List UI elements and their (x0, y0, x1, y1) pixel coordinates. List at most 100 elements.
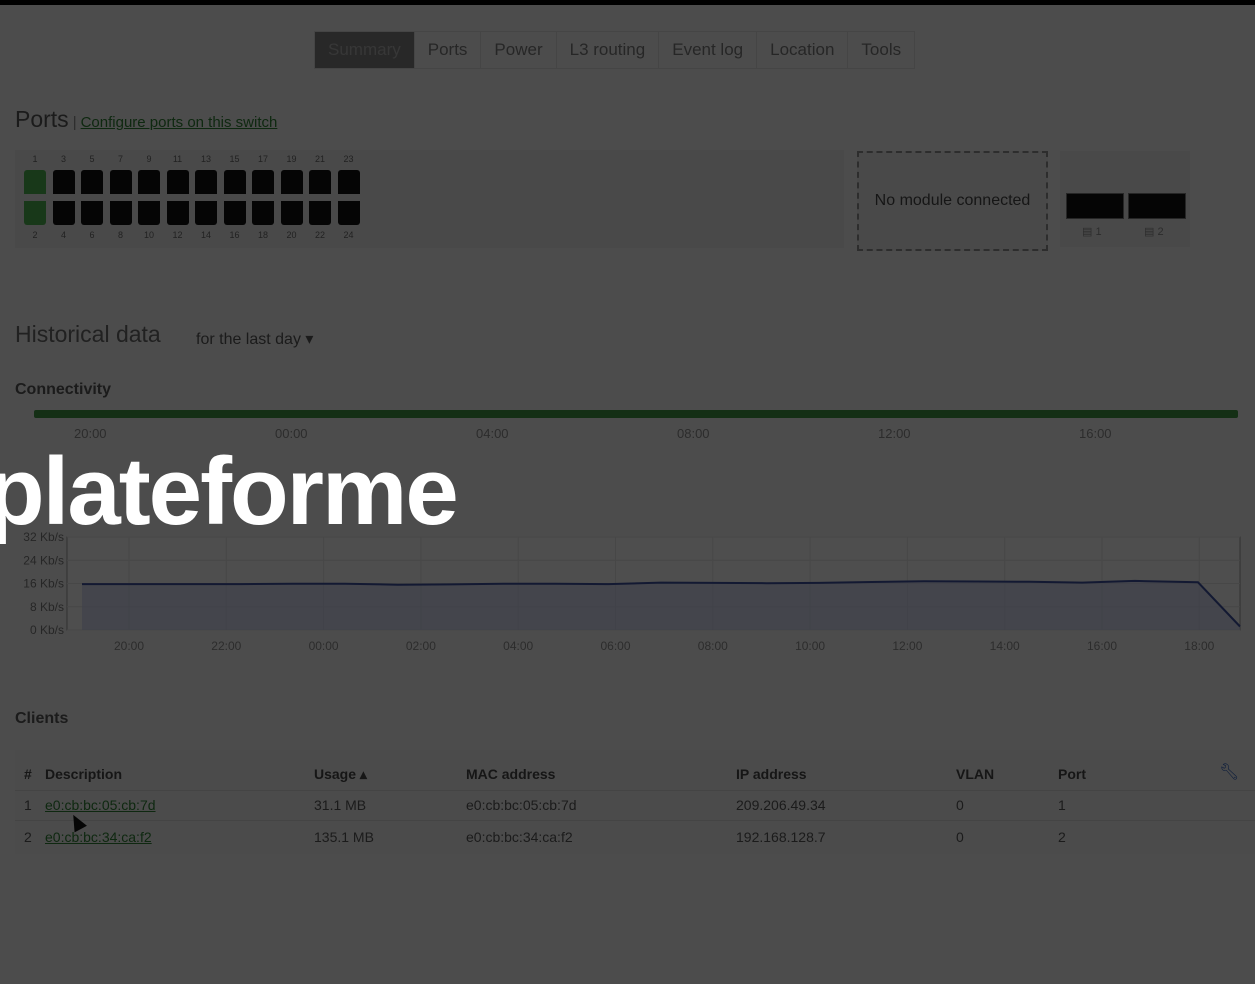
table-cell-port: 2 (1058, 829, 1066, 845)
switch-port-20[interactable] (280, 201, 303, 225)
switch-port-7[interactable] (109, 170, 132, 194)
configure-ports-link[interactable]: Configure ports on this switch (81, 114, 278, 131)
col-header-ip[interactable]: IP address (736, 766, 807, 782)
switch-port-21[interactable] (309, 170, 331, 194)
switch-port-6[interactable] (81, 201, 103, 225)
port-number-label: 15 (229, 154, 240, 164)
ports-separator: | (72, 114, 77, 131)
switch-port-3[interactable] (52, 170, 75, 194)
switch-port-1[interactable] (24, 170, 46, 194)
switch-port-8[interactable] (109, 201, 132, 225)
tab-summary[interactable]: Summary (315, 32, 415, 68)
port-number-label: 19 (286, 154, 297, 164)
port-number-label: 8 (117, 230, 123, 240)
switch-port-2[interactable] (24, 201, 46, 225)
col-header-number: # (24, 766, 32, 782)
client-description-link[interactable]: e0:cb:bc:34:ca:f2 (45, 829, 152, 845)
y-tick-label: 8 Kb/s (30, 600, 64, 614)
switch-port-9[interactable] (138, 170, 160, 194)
switch-port-14[interactable] (195, 201, 217, 225)
switch-port-18[interactable] (252, 201, 274, 225)
switch-port-16[interactable] (223, 201, 246, 225)
tab-ports[interactable]: Ports (415, 32, 482, 68)
x-tick-label: 22:00 (211, 639, 241, 653)
top-bar (0, 0, 1255, 5)
sfp-port-1[interactable] (1066, 193, 1124, 219)
switch-ports-panel: 1 3 5 7 9 11 13 15 17 19 21 23 2 4 6 8 10 12 14 16 18 20 22 24 (15, 150, 844, 248)
table-cell-vlan: 0 (956, 797, 964, 813)
switch-port-5[interactable] (81, 170, 103, 194)
switch-port-12[interactable] (166, 201, 189, 225)
port-number-label: 17 (257, 154, 268, 164)
port-number-label: 12 (172, 230, 183, 240)
table-cell-vlan: 0 (956, 829, 964, 845)
col-header-mac[interactable]: MAC address (466, 766, 555, 782)
col-header-description[interactable]: Description (45, 766, 122, 782)
ports-heading: Ports | Configure ports on this switch (15, 106, 277, 133)
row-divider (15, 790, 1255, 791)
port-number-label: 9 (146, 154, 152, 164)
tab-tools[interactable]: Tools (848, 32, 914, 68)
col-header-vlan[interactable]: VLAN (956, 766, 994, 782)
port-number-label: 24 (343, 230, 354, 240)
port-number-label: 10 (143, 230, 154, 240)
col-header-port[interactable]: Port (1058, 766, 1086, 782)
col-header-usage[interactable]: Usage ▴ (314, 766, 367, 783)
connectivity-bar (34, 410, 1238, 418)
connectivity-tick: 04:00 (476, 426, 509, 441)
switch-port-17[interactable] (252, 170, 274, 194)
sfp-port-2[interactable] (1128, 193, 1186, 219)
connectivity-heading: Connectivity (15, 381, 112, 398)
x-tick-label: 04:00 (503, 639, 533, 653)
tab-l3-routing[interactable]: L3 routing (557, 32, 660, 68)
x-tick-label: 18:00 (1184, 639, 1214, 653)
x-tick-label: 12:00 (892, 639, 922, 653)
switch-port-4[interactable] (52, 201, 75, 225)
sfp-label-1-number: 1 (1095, 226, 1102, 238)
x-tick-label: 14:00 (990, 639, 1020, 653)
y-tick-label: 24 Kb/s (23, 553, 64, 567)
table-cell-number: 2 (24, 829, 32, 845)
switch-port-22[interactable] (309, 201, 331, 225)
sfp-label-2-number: 2 (1157, 226, 1164, 238)
switch-port-24[interactable] (337, 201, 360, 225)
port-number-label: 13 (200, 154, 211, 164)
sfp-label-1: ▤ 1 (1082, 226, 1102, 238)
y-tick-label: 16 Kb/s (23, 577, 64, 591)
table-cell-ip: 209.206.49.34 (736, 797, 826, 813)
table-cell-number: 1 (24, 797, 32, 813)
usage-area (82, 580, 1240, 630)
port-number-label: 11 (172, 154, 183, 164)
switch-port-19[interactable] (280, 170, 303, 194)
port-number-label: 22 (314, 230, 325, 240)
table-cell-mac: e0:cb:bc:34:ca:f2 (466, 829, 573, 845)
switch-port-11[interactable] (166, 170, 189, 194)
port-number-label: 18 (257, 230, 268, 240)
client-description-link[interactable]: e0:cb:bc:05:cb:7d (45, 797, 156, 813)
history-range-dropdown[interactable]: for the last day ▾ (196, 329, 313, 349)
table-cell-mac: e0:cb:bc:05:cb:7d (466, 797, 577, 813)
port-number-label: 20 (286, 230, 297, 240)
tab-location[interactable]: Location (757, 32, 849, 68)
y-tick-label: 0 Kb/s (30, 623, 64, 637)
port-number-label: 2 (32, 230, 38, 240)
ports-title: Ports (15, 106, 69, 132)
switch-port-13[interactable] (195, 170, 217, 194)
port-number-label: 4 (60, 230, 66, 240)
switch-port-15[interactable] (223, 170, 246, 194)
connectivity-tick: 16:00 (1079, 426, 1112, 441)
sfp-label-2: ▤ 2 (1144, 226, 1164, 238)
tab-bar: Summary Ports Power L3 routing Event log… (314, 31, 916, 69)
row-divider (15, 820, 1255, 821)
tab-power[interactable]: Power (481, 32, 557, 68)
table-cell-ip: 192.168.128.7 (736, 829, 826, 845)
module-status-text: No module connected (874, 192, 1031, 209)
port-number-label: 23 (343, 154, 354, 164)
tab-event-log[interactable]: Event log (659, 32, 758, 68)
port-number-label: 3 (60, 154, 66, 164)
switch-port-10[interactable] (138, 201, 160, 225)
module-slot: No module connected (857, 151, 1048, 251)
x-tick-label: 16:00 (1087, 639, 1117, 653)
wrench-icon[interactable]: 🔧︎ (1219, 762, 1239, 782)
switch-port-23[interactable] (337, 170, 360, 194)
